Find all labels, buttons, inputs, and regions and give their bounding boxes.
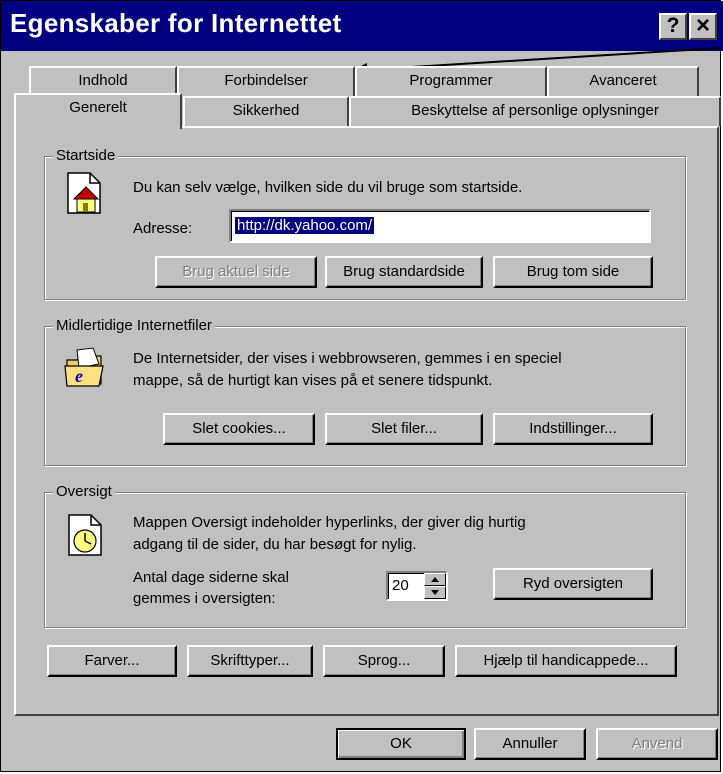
history-description-line1: Mappen Oversigt indeholder hyperlinks, d… xyxy=(133,514,526,531)
apply-button[interactable]: Anvend xyxy=(596,728,718,760)
stepper-down-button[interactable] xyxy=(424,586,446,599)
down-arrow-icon xyxy=(431,590,439,595)
up-arrow-icon xyxy=(431,577,439,582)
tab-avanceret[interactable]: Avanceret xyxy=(547,66,699,96)
history-description-line2: adgang til de sider, du har besøgt for n… xyxy=(133,536,417,553)
tab-beskyttelse[interactable]: Beskyttelse af personlige oplysninger xyxy=(349,96,721,126)
use-current-button[interactable]: Brug aktuel side xyxy=(155,256,317,288)
window-title: Egenskaber for Internettet xyxy=(10,8,342,38)
help-button[interactable]: ? xyxy=(659,13,687,40)
languages-button[interactable]: Sprog... xyxy=(323,645,445,677)
cancel-button[interactable]: Annuller xyxy=(474,728,586,760)
homepage-group-label: Startside xyxy=(53,147,119,164)
address-field[interactable]: http://dk.yahoo.com/ xyxy=(229,209,651,243)
use-blank-button[interactable]: Brug tom side xyxy=(493,256,653,288)
delete-files-button[interactable]: Slet filer... xyxy=(325,413,483,445)
homepage-house-icon xyxy=(67,172,101,214)
tab-forbindelser[interactable]: Forbindelser xyxy=(177,66,355,96)
internet-properties-dialog: Egenskaber for Internettet ? × Indhold F… xyxy=(0,0,723,772)
title-bar[interactable]: Egenskaber for Internettet ? × xyxy=(1,1,723,51)
ie-folder-icon: e xyxy=(64,347,104,387)
temp-files-description-line1: De Internetsider, der vises i webbrowser… xyxy=(133,350,562,367)
fonts-button[interactable]: Skrifttyper... xyxy=(187,645,313,677)
tab-programmer[interactable]: Programmer xyxy=(355,66,547,96)
tab-sikkerhed[interactable]: Sikkerhed xyxy=(183,96,349,126)
address-value: http://dk.yahoo.com/ xyxy=(235,217,375,234)
ok-button[interactable]: OK xyxy=(336,728,466,760)
address-label: Adresse: xyxy=(133,220,193,237)
days-value: 20 xyxy=(392,577,409,594)
colors-button[interactable]: Farver... xyxy=(47,645,177,677)
temp-files-group: Midlertidige Internetfiler xyxy=(44,317,686,466)
history-group-label: Oversigt xyxy=(53,483,115,500)
delete-cookies-button[interactable]: Slet cookies... xyxy=(163,413,315,445)
svg-text:e: e xyxy=(75,366,83,386)
temp-files-group-label: Midlertidige Internetfiler xyxy=(53,317,215,334)
use-default-button[interactable]: Brug standardside xyxy=(325,256,483,288)
accessibility-button[interactable]: Hjælp til handicappede... xyxy=(455,645,677,677)
history-clock-icon xyxy=(68,514,102,556)
clear-history-button[interactable]: Ryd oversigten xyxy=(493,568,653,600)
temp-files-description-line2: mappe, så de hurtigt kan vises på et sen… xyxy=(133,372,493,389)
days-label-line1: Antal dage siderne skal xyxy=(133,569,289,586)
stepper-up-button[interactable] xyxy=(424,573,446,586)
tab-generelt[interactable]: Generelt xyxy=(14,93,182,129)
settings-button[interactable]: Indstillinger... xyxy=(493,413,653,445)
days-label-line2: gemmes i oversigten: xyxy=(133,590,276,607)
tab-indhold[interactable]: Indhold xyxy=(29,66,177,96)
homepage-description: Du kan selv vælge, hvilken side du vil b… xyxy=(133,179,523,196)
close-button[interactable]: × xyxy=(689,13,717,40)
days-stepper[interactable]: 20 xyxy=(386,571,448,601)
